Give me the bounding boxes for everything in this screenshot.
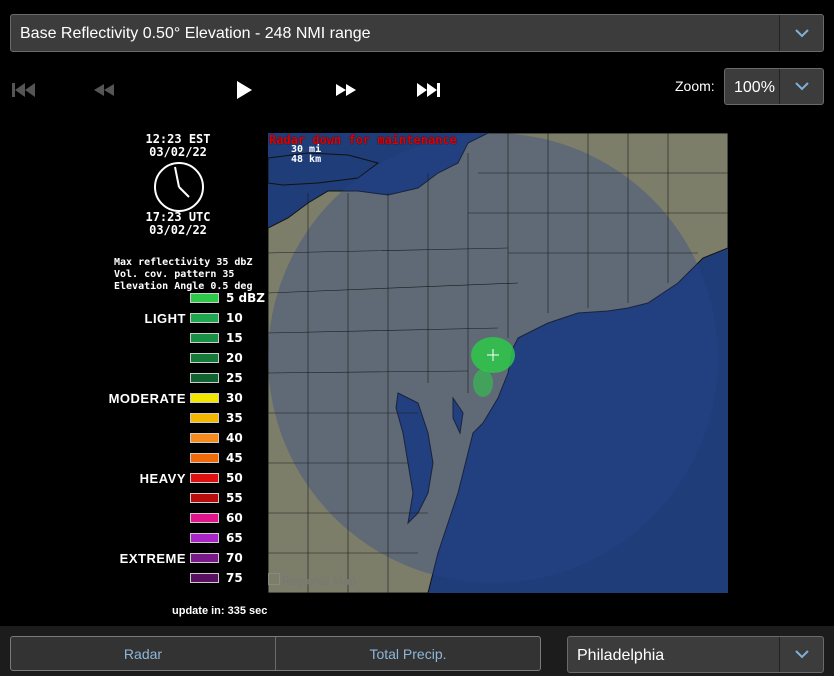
utc-time: 17:23 UTC 03/02/22: [128, 211, 228, 237]
legend-swatch: [190, 313, 219, 323]
legend-swatch: [190, 533, 219, 543]
map-scale: 30 mi 48 km: [291, 145, 321, 165]
view-tabs: Radar Total Precip.: [10, 636, 541, 671]
legend-swatch: [190, 453, 219, 463]
legend-row: 55: [0, 488, 270, 508]
first-frame-icon: [12, 83, 35, 97]
legend-swatch: [190, 553, 219, 563]
location-select[interactable]: Philadelphia: [567, 636, 824, 673]
legend-swatch: [190, 393, 219, 403]
legend-value: 70: [226, 551, 243, 565]
max-reflectivity: Max reflectivity 35 dbZ: [114, 257, 253, 268]
chevron-down-icon: [779, 15, 823, 51]
play-button[interactable]: [230, 78, 258, 102]
legend-value: 25: [226, 371, 243, 385]
legend-row: 20: [0, 348, 270, 368]
first-frame-button[interactable]: [10, 78, 38, 102]
fast-forward-button[interactable]: [332, 78, 360, 102]
play-icon: [237, 81, 252, 99]
legend-row: 45: [0, 448, 270, 468]
legend-swatch: [190, 373, 219, 383]
local-time: 12:23 EST 03/02/22: [128, 133, 228, 159]
legend-row: LIGHT 10: [0, 308, 270, 328]
legend-value: 5 dBZ: [226, 291, 265, 305]
product-select[interactable]: Base Reflectivity 0.50° Elevation - 248 …: [10, 14, 824, 52]
legend-swatch: [190, 293, 219, 303]
reflectivity-legend: 5 dBZ LIGHT 10 15 20 25 MODERATE 30 35 40 45 HEAVY 5…: [0, 288, 270, 588]
legend-swatch: [190, 353, 219, 363]
legend-swatch: [190, 513, 219, 523]
chevron-down-icon: [779, 637, 823, 672]
legend-row: 75: [0, 568, 270, 588]
legend-row: EXTREME 70: [0, 548, 270, 568]
broken-image-text: Regional Map: [282, 574, 357, 588]
legend-value: 45: [226, 451, 243, 465]
rewind-icon: [94, 84, 114, 96]
legend-value: 55: [226, 491, 243, 505]
legend-category: HEAVY: [139, 471, 186, 486]
tab-total-precip[interactable]: Total Precip.: [275, 637, 540, 670]
legend-row: 25: [0, 368, 270, 388]
product-select-value: Base Reflectivity 0.50° Elevation - 248 …: [20, 25, 371, 42]
utc-date-text: 03/02/22: [149, 223, 207, 237]
radar-map-image: [268, 133, 728, 593]
zoom-select-value: 100%: [734, 79, 775, 96]
legend-swatch: [190, 433, 219, 443]
legend-row: 35: [0, 408, 270, 428]
last-frame-icon: [417, 83, 440, 97]
broken-image-icon: [268, 573, 280, 585]
legend-value: 35: [226, 411, 243, 425]
zoom-label: Zoom:: [675, 78, 715, 94]
radar-map[interactable]: Radar down for maintenance 30 mi 48 km Re…: [268, 133, 728, 593]
legend-value: 15: [226, 331, 243, 345]
analog-clock-icon: [154, 162, 204, 212]
legend-row: HEAVY 50: [0, 468, 270, 488]
local-date-text: 03/02/22: [149, 145, 207, 159]
legend-value: 10: [226, 311, 243, 325]
legend-row: MODERATE 30: [0, 388, 270, 408]
legend-row: 65: [0, 528, 270, 548]
legend-swatch: [190, 573, 219, 583]
legend-row: 5 dBZ: [0, 288, 270, 308]
location-select-value: Philadelphia: [577, 647, 665, 664]
broken-image-placeholder: Regional Map: [268, 573, 356, 588]
legend-swatch: [190, 413, 219, 423]
legend-value: 40: [226, 431, 243, 445]
legend-value: 75: [226, 571, 243, 585]
update-countdown: update in: 335 sec: [172, 605, 268, 617]
legend-swatch: [190, 473, 219, 483]
legend-category: LIGHT: [144, 311, 186, 326]
legend-row: 40: [0, 428, 270, 448]
chevron-down-icon: [779, 69, 823, 104]
legend-value: 20: [226, 351, 243, 365]
zoom-select[interactable]: 100%: [724, 68, 824, 105]
legend-row: 60: [0, 508, 270, 528]
legend-value: 60: [226, 511, 243, 525]
rewind-button[interactable]: [90, 78, 118, 102]
legend-category: MODERATE: [108, 391, 186, 406]
tab-radar[interactable]: Radar: [11, 637, 275, 670]
legend-value: 50: [226, 471, 243, 485]
fast-forward-icon: [336, 84, 356, 96]
legend-swatch: [190, 333, 219, 343]
last-frame-button[interactable]: [414, 78, 442, 102]
legend-value: 30: [226, 391, 243, 405]
scale-km: 48 km: [291, 154, 322, 165]
legend-value: 65: [226, 531, 243, 545]
legend-swatch: [190, 493, 219, 503]
legend-row: 15: [0, 328, 270, 348]
volume-coverage-pattern: Vol. cov. pattern 35: [114, 269, 235, 280]
legend-category: EXTREME: [119, 551, 186, 566]
